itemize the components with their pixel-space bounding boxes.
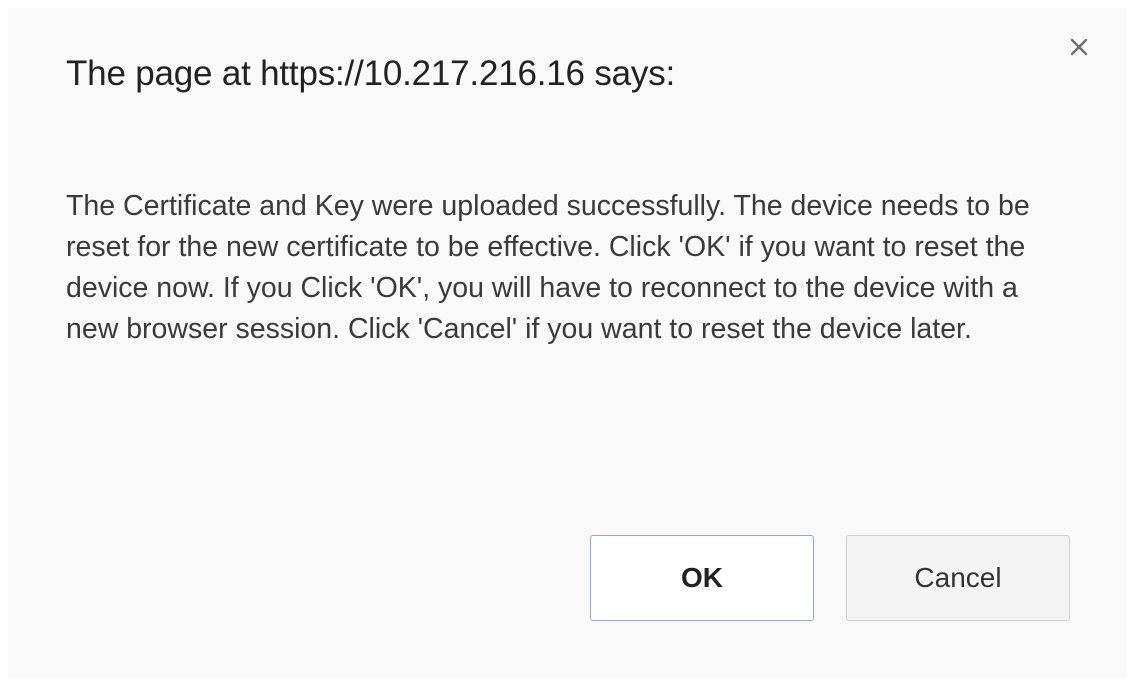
close-icon bbox=[1070, 38, 1088, 56]
ok-button[interactable]: OK bbox=[590, 535, 814, 621]
alert-dialog: The page at https://10.217.216.16 says: … bbox=[8, 8, 1126, 678]
close-button[interactable] bbox=[1062, 30, 1096, 64]
dialog-title: The page at https://10.217.216.16 says: bbox=[66, 54, 676, 93]
cancel-button[interactable]: Cancel bbox=[846, 535, 1070, 621]
dialog-message: The Certificate and Key were uploaded su… bbox=[66, 190, 1030, 345]
